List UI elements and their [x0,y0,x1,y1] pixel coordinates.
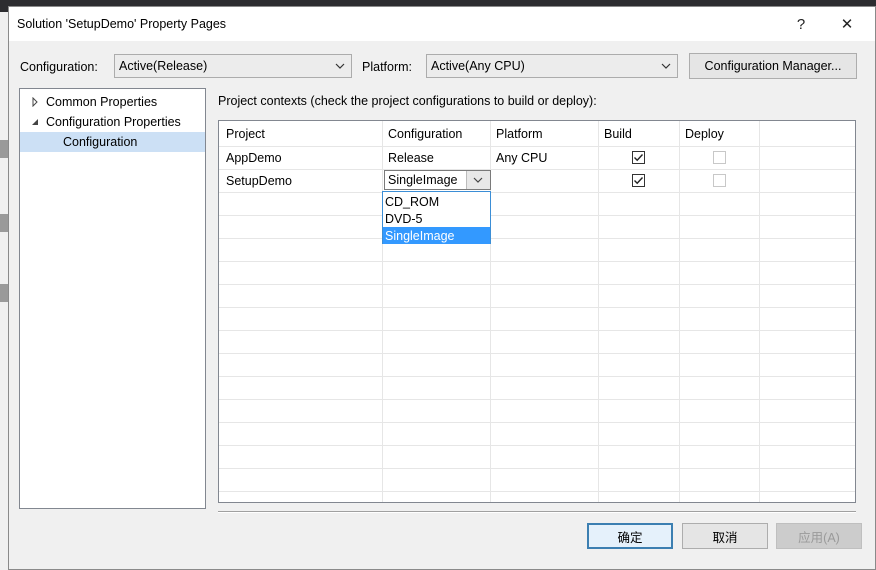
checkmark-icon [634,177,644,185]
row-setupdemo-project: SetupDemo [226,174,293,188]
row-appdemo-deploy-checkbox [713,151,726,164]
column-header-platform[interactable]: Platform [496,123,543,145]
expanded-arrow-icon[interactable] [30,117,40,127]
row-appdemo-build-checkbox[interactable] [632,151,645,164]
tree-item-label: Configuration [63,135,138,149]
tree-item-common-properties[interactable]: Common Properties [20,92,205,112]
dialog-title: Solution 'SetupDemo' Property Pages [17,17,227,31]
tree-item-configuration-properties[interactable]: Configuration Properties [20,112,205,132]
row-appdemo-configuration[interactable]: Release [388,147,434,169]
grid-caption: Project contexts (check the project conf… [218,94,597,108]
checkmark-icon [634,154,644,162]
tree-item-label: Common Properties [46,95,158,109]
row-setupdemo-build-checkbox[interactable] [632,174,645,187]
dropdown-toggle[interactable] [466,171,490,189]
row-setupdemo-deploy-checkbox [713,174,726,187]
dropdown-option-cd-rom[interactable]: CD_ROM [383,193,490,210]
configuration-manager-button[interactable]: Configuration Manager... [689,53,857,79]
tree-item-configuration[interactable]: Configuration [20,132,205,152]
dropdown-option-singleimage[interactable]: SingleImage [383,227,490,244]
platform-value: Active(Any CPU) [431,59,525,73]
configuration-combo[interactable]: Active(Release) [114,54,352,78]
row-setupdemo-configuration-combo[interactable]: SingleImage [384,170,491,190]
row-appdemo-project: AppDemo [226,151,282,165]
column-header-configuration[interactable]: Configuration [388,123,462,145]
chevron-right-icon[interactable] [30,97,40,107]
tree-item-label: Configuration Properties [46,115,181,129]
platform-label: Platform: [362,60,413,74]
ok-button[interactable]: 确定 [587,523,673,549]
property-tree: Common Properties Configuration Properti… [19,88,206,509]
row-appdemo-platform[interactable]: Any CPU [496,147,547,169]
close-button[interactable]: ✕ [829,11,865,37]
help-button[interactable]: ? [783,11,819,37]
dialog-titlebar: Solution 'SetupDemo' Property Pages ? ✕ [9,7,875,41]
dropdown-option-dvd-5[interactable]: DVD-5 [383,210,490,227]
column-header-project[interactable]: Project [226,123,265,145]
chevron-down-icon [335,63,345,69]
project-contexts-grid: Project Configuration Platform Build Dep… [218,120,856,503]
apply-button[interactable]: 应用(A) [776,523,862,549]
configuration-dropdown-list: CD_ROM DVD-5 SingleImage [382,191,491,244]
row-setupdemo-configuration: SingleImage [388,173,458,187]
cancel-button[interactable]: 取消 [682,523,768,549]
column-header-deploy[interactable]: Deploy [685,123,724,145]
property-pages-dialog: Solution 'SetupDemo' Property Pages ? ✕ … [8,6,876,570]
separator-highlight [218,512,856,513]
column-header-build[interactable]: Build [604,123,632,145]
configuration-value: Active(Release) [119,59,208,73]
chevron-down-icon [473,177,483,183]
chevron-down-icon [661,63,671,69]
configuration-label: Configuration: [20,60,98,74]
platform-combo[interactable]: Active(Any CPU) [426,54,678,78]
